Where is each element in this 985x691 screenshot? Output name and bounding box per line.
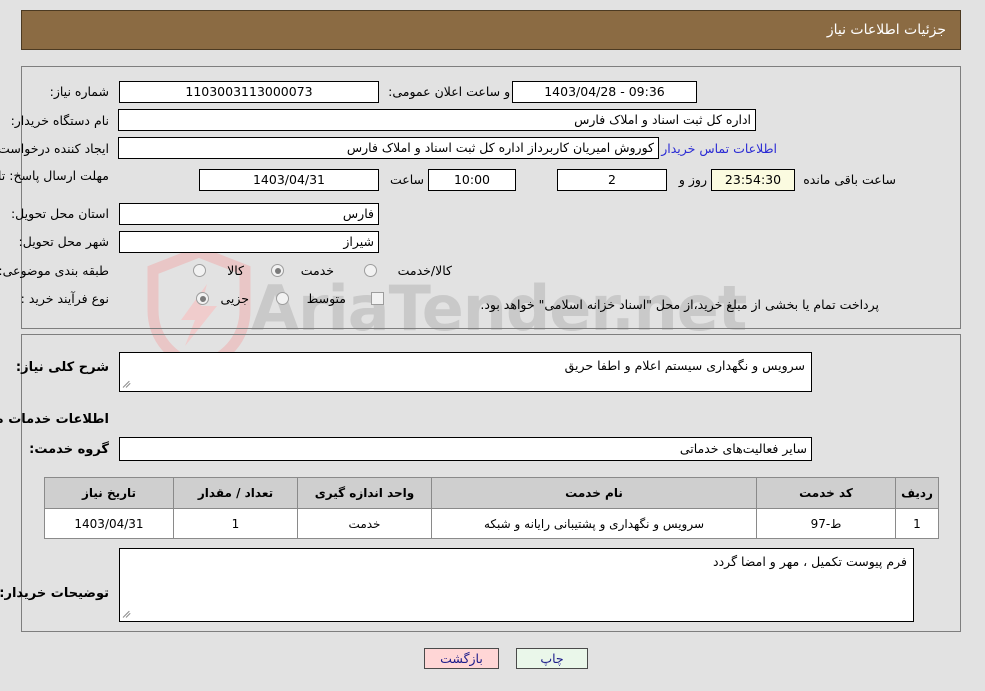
countdown-suffix-label: ساعت باقی مانده — [804, 172, 897, 187]
countdown-value: 23:54:30 — [712, 169, 796, 191]
cell-unit: خدمت — [298, 508, 433, 539]
radio-category-kala-label: کالا — [228, 263, 245, 278]
back-button[interactable]: بازگشت — [425, 648, 500, 669]
requester-value: کوروش امیریان کاربرداز اداره کل ثبت اسنا… — [119, 137, 660, 159]
buyer-notes-value: فرم پیوست تکمیل ، مهر و امضا گردد — [714, 554, 908, 569]
cell-need-date: 1403/04/31 — [45, 508, 175, 539]
days-remaining-value: 2 — [558, 169, 668, 191]
general-desc-value: سرویس و نگهداری سیستم اعلام و اطفا حریق — [565, 358, 806, 373]
radio-category-kala-khedmat[interactable] — [365, 264, 378, 277]
column-header-service-code: کد خدمت — [757, 477, 897, 509]
column-header-service-name: نام خدمت — [432, 477, 758, 509]
cell-row-number: 1 — [896, 508, 940, 539]
service-group-label: گروه خدمت: — [30, 442, 110, 457]
cell-service-code: ط-97 — [757, 508, 897, 539]
services-heading: اطلاعات خدمات مورد نیاز — [0, 412, 110, 427]
need-info-panel — [22, 66, 962, 329]
radio-category-khedmat[interactable] — [272, 264, 285, 277]
column-header-row-number: ردیف — [896, 477, 940, 509]
buyer-org-value: اداره کل ثبت اسناد و املاک فارس — [119, 109, 757, 131]
city-value: شیراز — [120, 231, 380, 253]
category-label: طبقه بندی موضوعی: — [0, 263, 110, 278]
cell-quantity: 1 — [174, 508, 299, 539]
general-desc-label: شرح کلی نیاز: — [16, 360, 110, 375]
radio-category-kala-khedmat-label: کالا/خدمت — [398, 263, 453, 278]
column-header-unit: واحد اندازه گیری — [298, 477, 433, 509]
buyer-org-label: نام دستگاه خریدار: — [11, 113, 110, 128]
deadline-date-value: 1403/04/31 — [200, 169, 380, 191]
resize-grip-icon — [124, 609, 134, 619]
province-label: استان محل تحویل: — [11, 206, 110, 221]
radio-category-khedmat-label: خدمت — [301, 263, 335, 278]
services-table: ردیف کد خدمت نام خدمت واحد اندازه گیری ت… — [45, 477, 940, 539]
need-number-label: شماره نیاز: — [50, 84, 110, 99]
radio-process-jozyi[interactable] — [197, 292, 210, 305]
print-button[interactable]: چاپ — [517, 648, 589, 669]
days-word-label: روز و — [679, 172, 708, 187]
need-number-value: 1103003113000073 — [120, 81, 380, 103]
page-header-bar: جزئیات اطلاعات نیاز — [22, 10, 962, 50]
hour-label: ساعت — [390, 172, 425, 187]
deadline-label: مهلت ارسال پاسخ: تا تاریخ: — [0, 168, 110, 183]
page-title: جزئیات اطلاعات نیاز — [827, 22, 947, 38]
buyer-notes-label: توضیحات خریدار: — [0, 586, 110, 601]
buyer-contact-link[interactable]: اطلاعات تماس خریدار — [662, 141, 778, 156]
city-label: شهر محل تحویل: — [19, 234, 110, 249]
deadline-time-value: 10:00 — [429, 169, 517, 191]
service-group-value: سایر فعالیت‌های خدماتی — [120, 437, 813, 461]
table-row: 1 ط-97 سرویس و نگهداری و پشتیبانی رایانه… — [45, 508, 940, 539]
province-value: فارس — [120, 203, 380, 225]
treasury-note-text: پرداخت تمام یا بخشی از مبلغ خرید،از محل … — [481, 297, 880, 312]
requester-label: ایجاد کننده درخواست: — [0, 141, 110, 156]
radio-category-kala[interactable] — [194, 264, 207, 277]
buyer-notes-textarea[interactable]: فرم پیوست تکمیل ، مهر و امضا گردد — [120, 548, 915, 622]
radio-process-jozyi-label: جزیی — [221, 291, 250, 306]
public-announce-value: 09:36 - 1403/04/28 — [513, 81, 698, 103]
radio-process-motavasset[interactable] — [277, 292, 290, 305]
column-header-quantity: تعداد / مقدار — [174, 477, 299, 509]
process-label: نوع فرآیند خرید : — [21, 291, 110, 306]
radio-process-motavasset-label: متوسط — [307, 291, 347, 306]
resize-grip-icon — [124, 379, 134, 389]
column-header-need-date: تاریخ نیاز — [45, 477, 175, 509]
table-header-row: ردیف کد خدمت نام خدمت واحد اندازه گیری ت… — [45, 477, 940, 509]
treasury-bond-checkbox[interactable] — [372, 292, 385, 305]
cell-service-name: سرویس و نگهداری و پشتیبانی رایانه و شبکه — [432, 508, 758, 539]
general-desc-textarea[interactable]: سرویس و نگهداری سیستم اعلام و اطفا حریق — [120, 352, 813, 392]
